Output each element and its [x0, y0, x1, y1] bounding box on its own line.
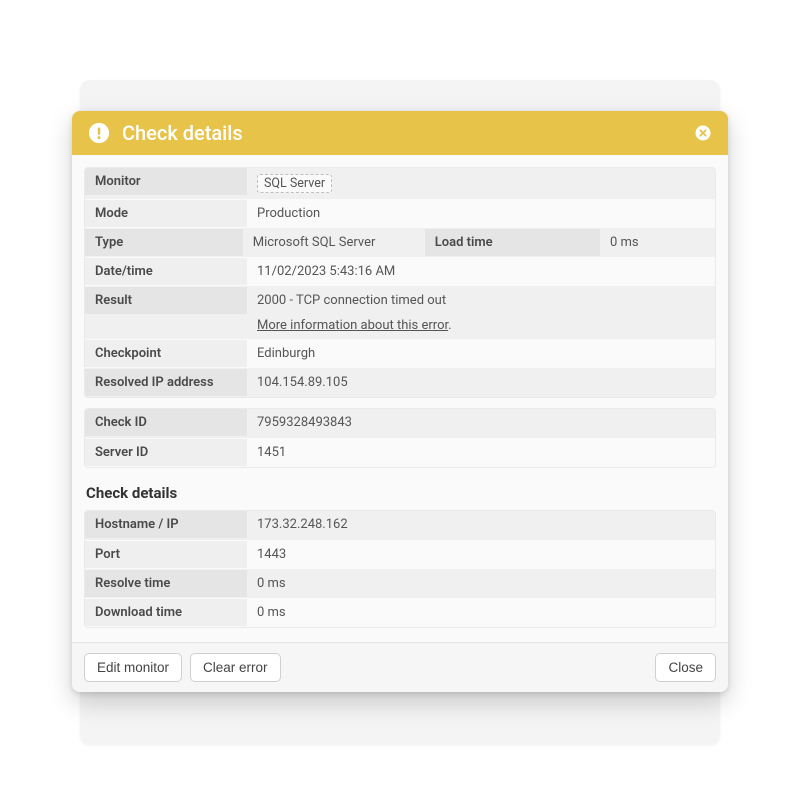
table-row: Resolved IP address 104.154.89.105 [85, 368, 715, 397]
table-row: Server ID 1451 [85, 438, 715, 467]
modal-footer: Edit monitor Clear error Close [72, 642, 728, 692]
mode-label: Mode [85, 200, 247, 227]
mode-value: Production [247, 200, 715, 227]
modal-header: Check details [72, 111, 728, 155]
modal-title: Check details [122, 121, 682, 145]
serverid-label: Server ID [85, 439, 247, 466]
more-info-link[interactable]: More information about this error [257, 318, 448, 333]
monitor-value: SQL Server [247, 168, 715, 199]
close-icon[interactable] [694, 124, 712, 142]
table-row: Check ID 7959328493843 [85, 409, 715, 438]
hostname-value: 173.32.248.162 [247, 511, 715, 538]
checkid-label: Check ID [85, 409, 247, 436]
close-button[interactable]: Close [655, 653, 716, 682]
table-row: Download time 0 ms [85, 598, 715, 627]
checkid-value: 7959328493843 [247, 409, 715, 436]
table-row: Type Microsoft SQL Server Load time 0 ms [85, 228, 715, 257]
loadtime-label: Load time [425, 229, 600, 256]
datetime-value: 11/02/2023 5:43:16 AM [247, 258, 715, 285]
type-value: Microsoft SQL Server [243, 229, 425, 256]
downloadtime-value: 0 ms [247, 599, 715, 626]
result-text: 2000 - TCP connection timed out [257, 293, 705, 308]
loadtime-value: 0 ms [600, 229, 715, 256]
ids-table: Check ID 7959328493843 Server ID 1451 [84, 408, 716, 468]
table-row: Monitor SQL Server [85, 168, 715, 199]
resolvetime-label: Resolve time [85, 570, 247, 597]
table-row: Date/time 11/02/2023 5:43:16 AM [85, 257, 715, 286]
hostname-label: Hostname / IP [85, 511, 247, 538]
datetime-label: Date/time [85, 258, 247, 285]
modal-body: Monitor SQL Server Mode Production Type … [72, 155, 728, 642]
checkpoint-label: Checkpoint [85, 340, 247, 367]
type-label: Type [85, 229, 243, 256]
result-label: Result [85, 287, 247, 314]
table-row: Result 2000 - TCP connection timed out M… [85, 286, 715, 339]
checkpoint-value: Edinburgh [247, 340, 715, 367]
table-row: Checkpoint Edinburgh [85, 339, 715, 368]
table-row: Mode Production [85, 199, 715, 228]
serverid-value: 1451 [247, 439, 715, 466]
summary-table: Monitor SQL Server Mode Production Type … [84, 167, 716, 398]
table-row: Resolve time 0 ms [85, 569, 715, 598]
resolvetime-value: 0 ms [247, 570, 715, 597]
details-table: Hostname / IP 173.32.248.162 Port 1443 R… [84, 510, 716, 628]
monitor-label: Monitor [85, 168, 247, 195]
alert-icon [88, 122, 110, 144]
footer-spacer [289, 653, 648, 682]
clear-error-button[interactable]: Clear error [190, 653, 281, 682]
check-details-modal: Check details Monitor SQL Server Mode Pr… [72, 111, 728, 692]
port-value: 1443 [247, 541, 715, 568]
downloadtime-label: Download time [85, 599, 247, 626]
details-section-title: Check details [84, 478, 716, 510]
result-value: 2000 - TCP connection timed out More inf… [247, 287, 715, 339]
monitor-chip[interactable]: SQL Server [257, 174, 332, 193]
port-label: Port [85, 541, 247, 568]
edit-monitor-button[interactable]: Edit monitor [84, 653, 182, 682]
table-row: Port 1443 [85, 540, 715, 569]
resolvedip-value: 104.154.89.105 [247, 369, 715, 396]
resolvedip-label: Resolved IP address [85, 369, 247, 396]
table-row: Hostname / IP 173.32.248.162 [85, 511, 715, 540]
